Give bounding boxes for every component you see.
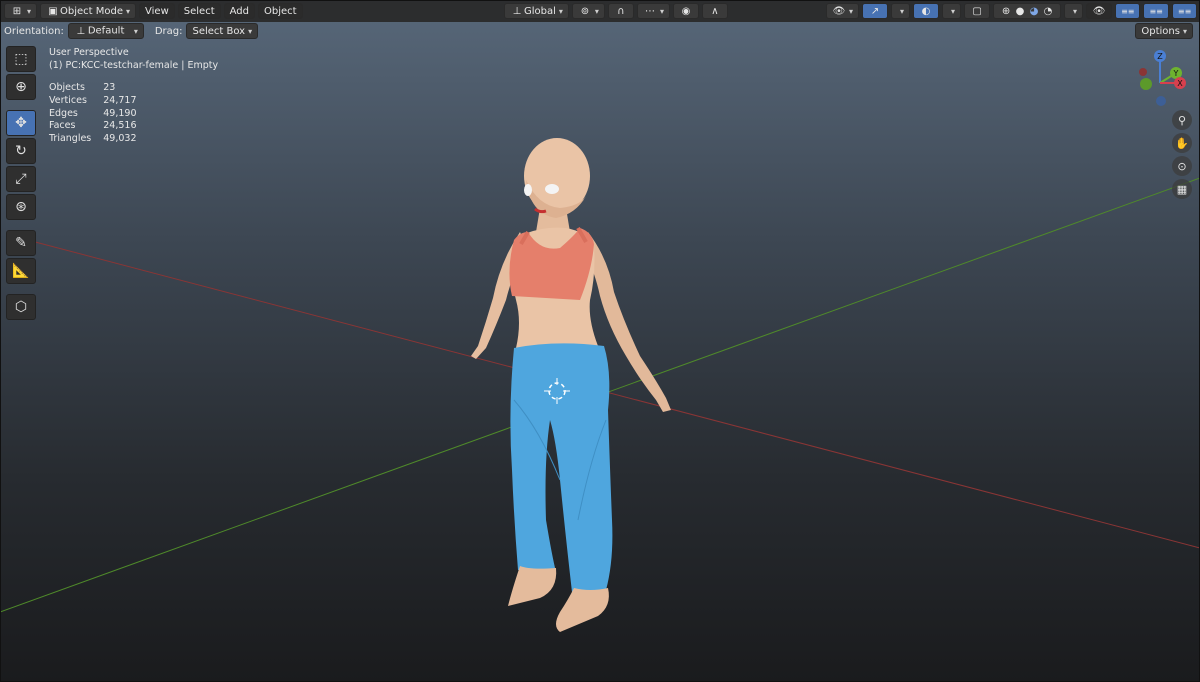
stat-row: Faces 24,516: [49, 120, 137, 132]
gizmo-y-label: Y: [1173, 69, 1179, 78]
xray-toggle[interactable]: ▢: [964, 3, 991, 19]
drag-value: Select Box: [192, 25, 246, 37]
rotate-icon: ↻: [15, 143, 27, 159]
pivot-point-button[interactable]: ⊚ ▾: [571, 3, 605, 19]
measure-icon: 📐: [12, 263, 30, 279]
options-button[interactable]: Options ▾: [1135, 23, 1193, 39]
view-name: User Perspective: [49, 47, 129, 58]
move-tool[interactable]: ✥: [6, 110, 36, 136]
tool-settings-bar: Orientation: ⊥ Default ▾ Drag: Select Box ▾…: [0, 22, 1200, 40]
proportional-edit-toggle[interactable]: ◉: [672, 3, 699, 19]
tool-shelf: ⬚ ⊕ ✥ ↻ ⤢ ⊛ ✎ 📐 ⬡: [6, 46, 38, 320]
menu-object[interactable]: Object: [258, 3, 303, 19]
stat-row: Vertices 24,717: [49, 94, 137, 106]
scene-canvas[interactable]: Z Y X: [0, 0, 1200, 682]
solid-shading-icon[interactable]: ●: [1013, 4, 1027, 18]
stat-row: Edges 49,190: [49, 107, 137, 119]
wireframe-shading-icon[interactable]: ⊕: [999, 4, 1013, 18]
shading-modes[interactable]: ⊕ ● ◕ ◔: [993, 3, 1062, 19]
editor-type-button[interactable]: ⊞ ▾: [4, 3, 38, 19]
active-object-context: (1) PC:KCC-testchar-female | Empty: [49, 60, 219, 71]
menu-select[interactable]: Select: [177, 3, 221, 19]
mode-label: Object Mode: [60, 5, 124, 17]
layer-toggle-1[interactable]: ≡≡: [1115, 3, 1141, 19]
camera-view-button[interactable]: ⊙: [1172, 156, 1192, 176]
menu-view[interactable]: View: [139, 3, 175, 19]
snap-increment-icon: ⋯: [644, 5, 655, 17]
menu-add[interactable]: Add: [223, 3, 255, 19]
annotate-icon: ✎: [15, 235, 27, 251]
rotate-tool[interactable]: ↻: [6, 138, 36, 164]
layer-toggle-2[interactable]: ≡≡: [1143, 3, 1169, 19]
zoom-icon: ⚲: [1177, 113, 1187, 127]
stat-row: Objects 23: [49, 82, 116, 93]
object-mode-icon: ▣: [48, 5, 58, 17]
layer-toggle-3[interactable]: ≡≡: [1171, 3, 1198, 19]
proportional-icon: ◉: [681, 5, 691, 17]
cursor-icon: ⊕: [15, 79, 27, 95]
transform-tool[interactable]: ⊛: [6, 194, 36, 220]
gizmo-x-label: X: [1177, 79, 1183, 88]
gizmo-icon: ↗: [870, 5, 880, 17]
visibility-button[interactable]: 👁 ▾: [826, 3, 860, 19]
snap-target-button[interactable]: ⋯ ▾: [636, 3, 670, 19]
falloff-button[interactable]: ∧: [701, 3, 728, 19]
transform-icon: ⊛: [15, 199, 27, 215]
gizmo-toggle[interactable]: ↗: [862, 3, 889, 19]
eye-icon: 👁: [832, 5, 846, 17]
pivot-icon: ⊚: [580, 5, 590, 17]
move-icon: ✥: [15, 115, 27, 131]
drag-select[interactable]: Select Box ▾: [186, 23, 259, 39]
magnet-icon: ∩: [617, 5, 625, 17]
hand-icon: ✋: [1175, 136, 1189, 150]
select-box-icon: ⬚: [14, 51, 28, 67]
shading-menu[interactable]: ▾: [1064, 3, 1084, 19]
3d-viewport[interactable]: Z Y X ⊞ ▾ ▣ Object Mode ▾ View Select Add O…: [0, 0, 1200, 682]
select-box-tool[interactable]: ⬚: [6, 46, 36, 72]
annotate-tool[interactable]: ✎: [6, 230, 36, 256]
xray-icon: ▢: [972, 5, 982, 17]
scale-tool[interactable]: ⤢: [6, 166, 36, 192]
rendered-shading-icon[interactable]: ◔: [1041, 4, 1055, 18]
visibility-eye-button[interactable]: 👁: [1086, 3, 1113, 19]
orientation-select[interactable]: ⊥ Default ▾: [67, 23, 144, 39]
material-shading-icon[interactable]: ◕: [1027, 4, 1041, 18]
view-info: User Perspective (1) PC:KCC-testchar-fem…: [49, 46, 218, 72]
scale-icon: ⤢: [15, 171, 27, 187]
gizmo-z-label: Z: [1157, 52, 1163, 61]
zoom-button[interactable]: ⚲: [1172, 110, 1192, 130]
stat-row: Triangles 49,032: [49, 133, 137, 145]
perspective-toggle-button[interactable]: ▦: [1172, 179, 1192, 199]
orientation-value: Default: [87, 25, 125, 37]
overlay-menu[interactable]: ▾: [942, 3, 962, 19]
snap-toggle[interactable]: ∩: [607, 3, 634, 19]
viewport-header: ⊞ ▾ ▣ Object Mode ▾ View Select Add Object …: [0, 0, 1200, 22]
character-model: [471, 138, 671, 632]
options-label: Options: [1141, 25, 1180, 37]
overlay-toggle[interactable]: ◐: [913, 3, 940, 19]
orientation-label: Global: [524, 5, 556, 17]
falloff-curve-icon: ∧: [711, 5, 719, 17]
transform-orientation-select[interactable]: ⊥ Global ▾: [504, 3, 569, 19]
mode-select[interactable]: ▣ Object Mode ▾: [40, 3, 137, 19]
grid-icon: ▦: [1176, 182, 1188, 196]
overlay-icon: ◐: [921, 5, 931, 17]
drag-label: Drag:: [154, 25, 183, 37]
orientation-label: Orientation:: [4, 25, 64, 37]
gizmo-menu[interactable]: ▾: [891, 3, 911, 19]
cursor-tool[interactable]: ⊕: [6, 74, 36, 100]
viewport-editor-icon: ⊞: [12, 5, 22, 17]
axis-icon: ⊥: [76, 25, 86, 37]
orientation-icon: ⊥: [512, 5, 522, 17]
scene-statistics: Objects 23 Vertices 24,717 Edges 49,190 Fac…: [49, 82, 149, 146]
add-cube-icon: ⬡: [14, 299, 28, 315]
pan-button[interactable]: ✋: [1172, 133, 1192, 153]
eye-icon: 👁: [1092, 5, 1106, 17]
add-cube-tool[interactable]: ⬡: [6, 294, 36, 320]
navigation-gizmo[interactable]: Z Y X: [1139, 50, 1186, 106]
camera-icon: ⊙: [1177, 159, 1187, 173]
measure-tool[interactable]: 📐: [6, 258, 36, 284]
